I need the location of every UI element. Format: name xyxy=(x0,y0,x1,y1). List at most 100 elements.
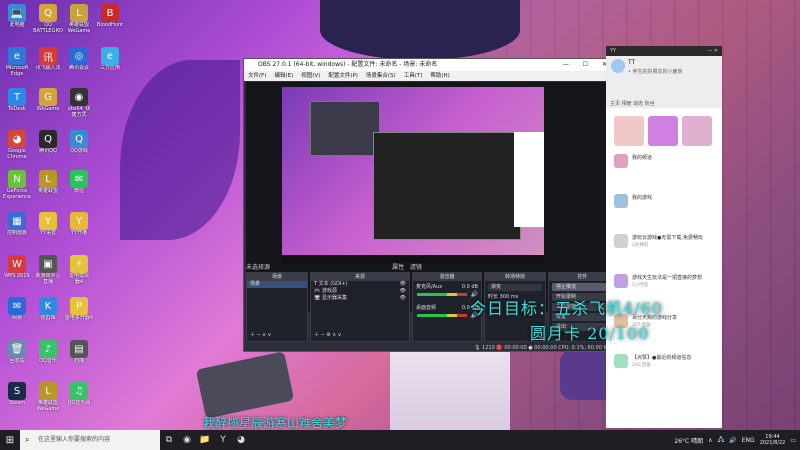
desktop-icon[interactable]: P 雷电多开器4 xyxy=(64,297,94,321)
transition-select[interactable]: 渐变 xyxy=(488,284,542,291)
notification-icon[interactable]: ▭ xyxy=(790,437,796,444)
eye-icon[interactable]: 👁 xyxy=(400,288,409,295)
obs-menu-item[interactable]: 视图(V) xyxy=(301,71,320,81)
mixer-header: 混音器 xyxy=(413,273,481,281)
desktop-icon[interactable]: e 三方应用 xyxy=(95,47,125,71)
desktop-icon[interactable]: ◕ Google Chrome xyxy=(2,130,32,160)
desktop-icon[interactable]: ♫ QQ音乐网 xyxy=(64,382,94,406)
desktop-icon-label: 扫描 xyxy=(73,358,84,364)
obs-menu-item[interactable]: 文件(F) xyxy=(248,71,266,81)
obs-menu-bar[interactable]: 文件(F) 编辑(E) 视图(V) 配置文件(P) 场景集合(S) 工具(T) 帮助(H) xyxy=(244,71,617,81)
task-view-icon[interactable]: ⧉ xyxy=(160,430,178,450)
chat-item-avatar[interactable] xyxy=(614,274,628,288)
profile-subtitle: • 养生的好朋友的小鹿家 xyxy=(628,69,683,75)
desktop-icon[interactable]: ◉ obs64_快 捷方式 xyxy=(64,88,94,118)
windows-start-icon[interactable]: ⊞ xyxy=(0,430,20,450)
source-toolbar[interactable]: ＋ − ⚙ ∧ ∨ xyxy=(311,332,341,339)
volume-icon[interactable]: 🔊 xyxy=(729,437,736,444)
desktop-icon[interactable]: B BloodHunt xyxy=(95,4,125,28)
desktop-icon[interactable]: S Steam xyxy=(2,382,32,406)
no-source-label: 未选择源 属性 滤镜 xyxy=(246,264,422,271)
banner-image[interactable] xyxy=(682,116,712,146)
chevron-up-icon[interactable]: ∧ xyxy=(708,437,712,444)
banner-image[interactable] xyxy=(648,116,678,146)
avatar[interactable] xyxy=(611,59,625,73)
clock[interactable]: 19:44 2021/8/22 xyxy=(760,434,786,446)
desktop-icon[interactable]: ◎ 腾讯会议 xyxy=(64,47,94,71)
scene-toolbar[interactable]: ＋ − ∧ ∨ xyxy=(247,332,271,339)
desktop-icon[interactable]: ▦ 控制面板 xyxy=(2,212,32,236)
obs-menu-item[interactable]: 编辑(E) xyxy=(274,71,293,81)
explorer-icon[interactable]: 📁 xyxy=(196,430,214,450)
desktop-icon[interactable]: L 英雄联盟 WeGame xyxy=(64,4,94,34)
app-icon: 🗑 xyxy=(8,340,26,358)
desktop-icon[interactable]: ✉ 网易 xyxy=(2,297,32,321)
desktop-icon[interactable]: K 快剪辑 xyxy=(33,297,63,321)
language-indicator[interactable]: ENG xyxy=(742,437,755,444)
chat-item-avatar[interactable] xyxy=(614,194,628,208)
obs-menu-item[interactable]: 配置文件(P) xyxy=(328,71,358,81)
desktop-icon[interactable]: L 英雄联盟 xyxy=(33,170,63,194)
desktop-icon[interactable]: ▣ 新游戏中心 直播 xyxy=(33,255,63,285)
chat-item-title[interactable]: 游玩云游戏●无需下载,免费畅玩 xyxy=(632,234,712,241)
desktop-icon[interactable]: Y YY开播 xyxy=(64,212,94,236)
props-button[interactable]: 属性 xyxy=(392,264,404,271)
obs-menu-item[interactable]: 帮助(H) xyxy=(430,71,449,81)
desktop-icon[interactable]: Q QQ游戏 xyxy=(64,130,94,154)
obs-menu-item[interactable]: 场景集合(S) xyxy=(366,71,396,81)
stop-stream-button[interactable]: 停止推流 xyxy=(552,283,613,291)
obs-title-bar[interactable]: OBS 27.0.1 (64-bit, windows) - 配置文件: 未命名… xyxy=(244,59,617,71)
chat-item-title[interactable]: 我的游戏 xyxy=(632,194,712,201)
app-icon: e xyxy=(101,47,119,65)
desktop-icon[interactable]: 讯讯飞输入法 xyxy=(33,47,63,71)
desktop-icon[interactable]: Q 腾讯QQ xyxy=(33,130,63,154)
source-item[interactable]: T 文本 (GDI+) 👁 xyxy=(311,281,409,288)
scene-item[interactable]: 场景 xyxy=(247,281,307,288)
desktop-icon[interactable]: ⚡ 雷电模拟 器4 xyxy=(64,255,94,285)
desktop-icon[interactable]: N GeForce Experience xyxy=(2,170,32,200)
yy-taskbar-icon[interactable]: Y xyxy=(214,430,232,450)
desktop-icon-label: QQ游戏 xyxy=(70,148,88,154)
source-item[interactable]: 🎮 游戏源 👁 xyxy=(311,288,409,295)
desktop-icon[interactable]: e Microsoft Edge xyxy=(2,47,32,77)
weather-widget[interactable]: 26°C 晴朗 xyxy=(674,436,703,445)
desktop-icon[interactable]: G WeGame xyxy=(33,88,63,112)
profile-tabs[interactable]: 主页 相册 动态 粉丝 xyxy=(610,100,655,107)
chrome-icon[interactable]: ◕ xyxy=(232,430,250,450)
filters-button[interactable]: 滤镜 xyxy=(410,264,422,271)
chat-item-title[interactable]: 游戏天生玩法是一把直接的梦想 xyxy=(632,274,712,281)
desktop-icon[interactable]: W WPS 2019 xyxy=(2,255,32,279)
source-item[interactable]: 🖥 显示器采集 👁 xyxy=(311,295,409,302)
chat-item-avatar[interactable] xyxy=(614,354,628,368)
desktop-icon[interactable]: ♪ QQ音乐 xyxy=(33,340,63,364)
desktop-icon[interactable]: Y YY语音 xyxy=(33,212,63,236)
eye-icon[interactable]: 👁 xyxy=(400,281,409,288)
chat-item-avatar[interactable] xyxy=(614,234,628,248)
app-icon: ⚡ xyxy=(70,255,88,273)
obs-taskbar-icon[interactable]: ◉ xyxy=(178,430,196,450)
app-icon: 讯 xyxy=(39,47,57,65)
app-icon: Y xyxy=(39,212,57,230)
desktop-icon-label: WeGame xyxy=(36,106,60,112)
desktop-icon[interactable]: L 英雄联盟 WeGame xyxy=(33,382,63,412)
yy-title-bar[interactable]: YY — ✕ xyxy=(606,46,722,56)
obs-menu-item[interactable]: 工具(T) xyxy=(404,71,423,81)
desktop-icon[interactable]: 🗑 回收站 xyxy=(2,340,32,364)
caption-overlay: 我醉揽星辰游寒山难舍美梦 xyxy=(203,416,348,430)
desktop-icon[interactable]: ▤ 扫描 xyxy=(64,340,94,364)
scenes-dock[interactable]: 场景 场景 ＋ − ∧ ∨ xyxy=(246,272,308,342)
chat-item-avatar[interactable] xyxy=(614,154,628,168)
desktop-icon[interactable]: T ToDesk xyxy=(2,88,32,112)
taskbar-search[interactable]: ⌕ 在这里输入你要搜索的内容 xyxy=(20,430,160,450)
chat-item-title[interactable]: 我的频道 xyxy=(632,154,712,161)
eye-icon[interactable]: 👁 xyxy=(400,295,409,302)
yy-window[interactable]: YY — ✕ TT • 养生的好朋友的小鹿家 主页 相册 动态 粉丝 我的频道 我的… xyxy=(606,46,722,428)
sources-dock[interactable]: 来源 T 文本 (GDI+) 👁 🎮 游戏源 👁 🖥 显示器采集 👁 ＋ − ⚙ ∧ … xyxy=(310,272,410,342)
desktop-icon[interactable]: ✉ 微信 xyxy=(64,170,94,194)
yy-window-controls[interactable]: — ✕ xyxy=(707,46,722,56)
network-icon[interactable]: 🖧 xyxy=(718,435,725,445)
banner-image[interactable] xyxy=(614,116,644,146)
desktop-icon[interactable]: 💻 此电脑 xyxy=(2,4,32,28)
chat-item-title[interactable]: 【点赞】●最近的频道信息 xyxy=(632,354,712,361)
desktop-icon[interactable]: Q QQ BATTLEGRO xyxy=(33,4,63,34)
